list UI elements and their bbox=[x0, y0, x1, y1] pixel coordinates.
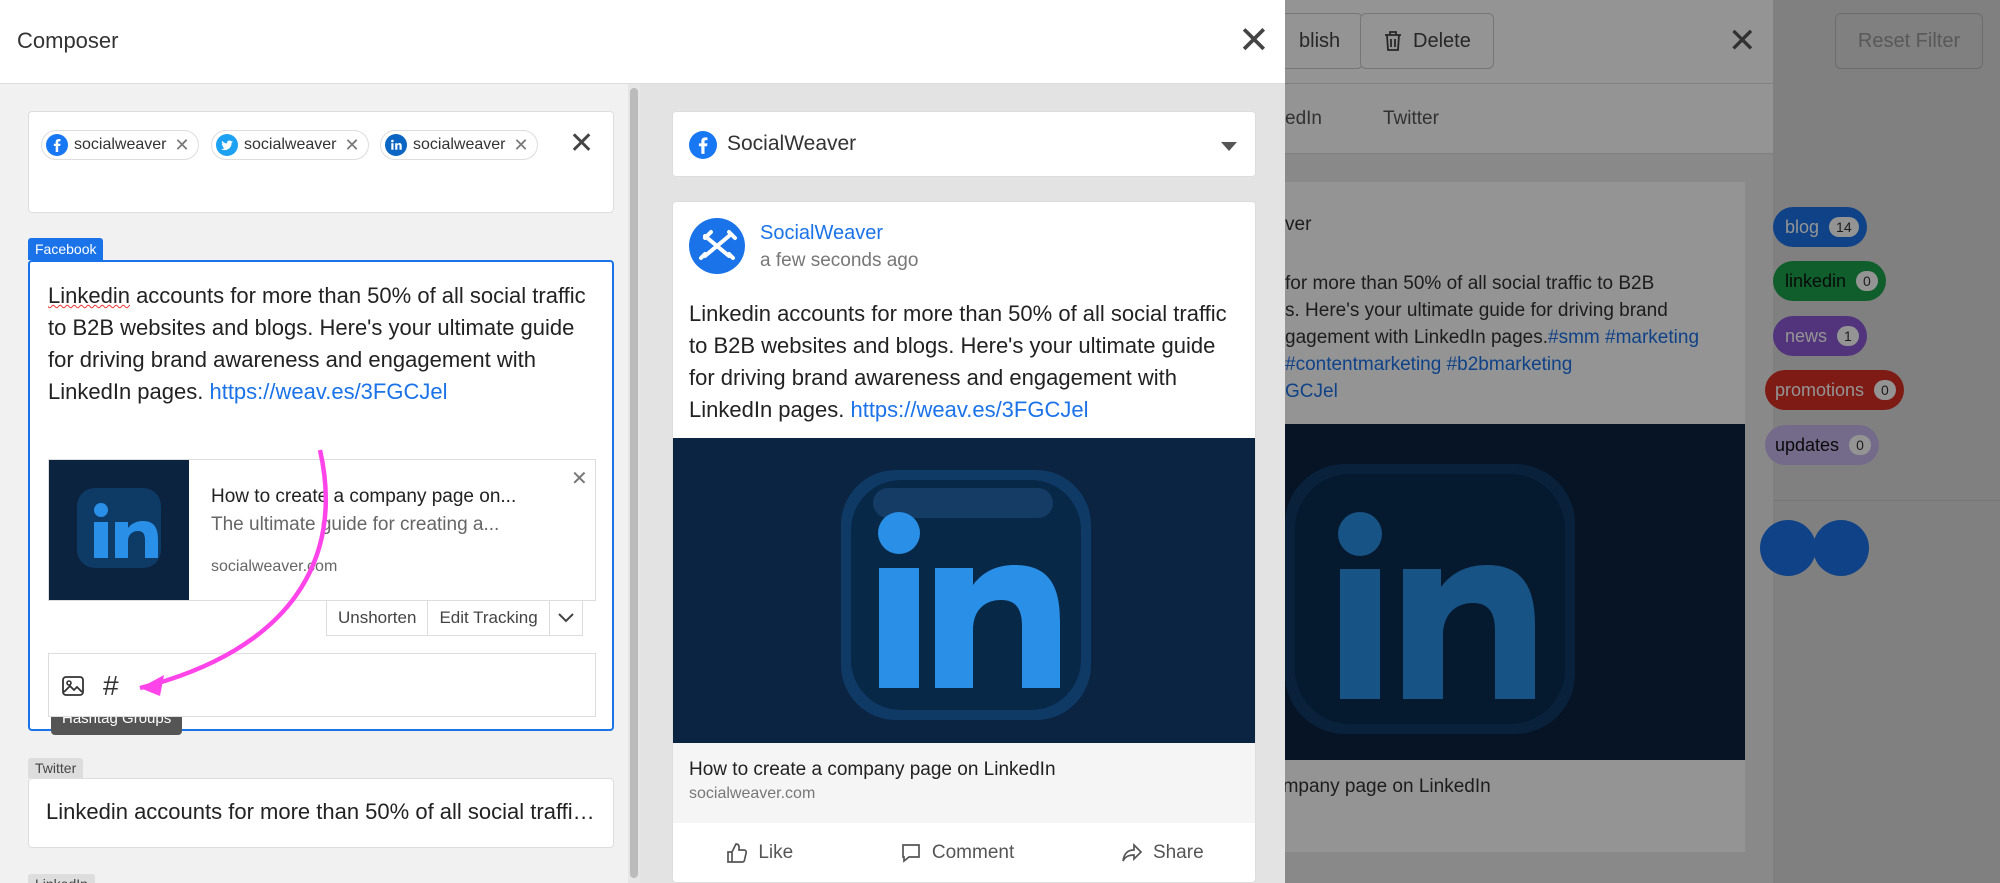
twitter-editor[interactable]: Linkedin accounts for more than 50% of a… bbox=[28, 778, 614, 848]
post-timestamp: a few seconds ago bbox=[760, 250, 919, 271]
preview-caption-title: How to create a company page on LinkedIn bbox=[689, 759, 1056, 780]
page-avatar bbox=[689, 218, 745, 274]
like-label: Like bbox=[758, 842, 794, 863]
like-button[interactable]: Like bbox=[726, 842, 793, 864]
preview-page-selector[interactable]: SocialWeaver bbox=[672, 111, 1256, 177]
clear-accounts-icon[interactable]: ✕ bbox=[569, 129, 594, 159]
composer-modal: Composer ✕ socialweaver ✕ socialweaver ✕… bbox=[0, 0, 1285, 883]
post-textarea[interactable]: Linkedin accounts for more than 50% of a… bbox=[48, 280, 598, 408]
remove-account-icon[interactable]: ✕ bbox=[344, 135, 359, 156]
account-chip-facebook[interactable]: socialweaver ✕ bbox=[41, 130, 199, 160]
comment-icon bbox=[902, 844, 920, 863]
edit-tracking-button[interactable]: Edit Tracking bbox=[428, 600, 550, 636]
preview-image: in bbox=[673, 438, 1255, 743]
account-chip-label: socialweaver bbox=[244, 136, 337, 153]
twitter-icon bbox=[216, 134, 238, 156]
preview-pane: SocialWeaver SocialWeaver a few seconds … bbox=[640, 84, 1285, 883]
facebook-editor-label: Facebook bbox=[28, 238, 104, 260]
misspelled-word: Linkedin bbox=[48, 283, 130, 308]
thumbs-up-icon bbox=[727, 843, 748, 863]
preview-link[interactable]: https://weav.es/3FGCJel bbox=[850, 397, 1088, 422]
account-chip-twitter[interactable]: socialweaver ✕ bbox=[211, 130, 369, 160]
caret-down-icon bbox=[1221, 142, 1237, 151]
linkedin-editor-label: LinkedIn bbox=[28, 874, 95, 883]
linkedin-icon bbox=[385, 134, 407, 156]
account-chip-label: socialweaver bbox=[74, 136, 167, 153]
preview-caption-domain: socialweaver.com bbox=[689, 785, 816, 802]
composer-close-icon[interactable]: ✕ bbox=[1238, 22, 1270, 60]
remove-link-preview-icon[interactable]: ✕ bbox=[571, 466, 588, 491]
editor-scrollbar-thumb[interactable] bbox=[630, 88, 638, 878]
comment-label: Comment bbox=[931, 842, 1015, 863]
share-icon bbox=[1122, 842, 1143, 862]
twitter-post-text: Linkedin accounts for more than 50% of a… bbox=[46, 799, 601, 824]
image-icon bbox=[62, 676, 84, 696]
facebook-editor[interactable]: Linkedin accounts for more than 50% of a… bbox=[28, 260, 614, 735]
account-chip-linkedin[interactable]: socialweaver ✕ bbox=[380, 130, 538, 160]
page-name-link[interactable]: SocialWeaver bbox=[760, 222, 883, 245]
annotation-arrow bbox=[139, 449, 329, 696]
share-button[interactable]: Share bbox=[1121, 842, 1204, 864]
composer-header: Composer ✕ bbox=[0, 0, 1285, 84]
account-selector[interactable]: socialweaver ✕ socialweaver ✕ socialweav… bbox=[28, 111, 614, 213]
preview-actions: Like Comment Share bbox=[673, 823, 1255, 882]
post-link[interactable]: https://weav.es/3FGCJel bbox=[209, 379, 447, 404]
composer-title: Composer bbox=[17, 28, 119, 53]
account-chip-label: socialweaver bbox=[413, 136, 506, 153]
composer-editor-pane: socialweaver ✕ socialweaver ✕ socialweav… bbox=[0, 84, 628, 883]
chevron-down-icon bbox=[557, 613, 574, 623]
facebook-icon bbox=[46, 134, 68, 156]
share-label: Share bbox=[1152, 842, 1204, 863]
facebook-icon bbox=[689, 131, 717, 159]
remove-account-icon[interactable]: ✕ bbox=[174, 135, 189, 156]
preview-page-name: SocialWeaver bbox=[727, 132, 857, 155]
tracking-dropdown-button[interactable] bbox=[549, 600, 583, 636]
hashtag-icon: # bbox=[103, 670, 119, 701]
preview-link-caption[interactable]: How to create a company page on LinkedIn… bbox=[673, 743, 1255, 823]
preview-post-text: Linkedin accounts for more than 50% of a… bbox=[689, 298, 1245, 426]
comment-button[interactable]: Comment bbox=[900, 842, 1014, 864]
remove-account-icon[interactable]: ✕ bbox=[513, 135, 528, 156]
add-image-button[interactable] bbox=[61, 668, 85, 704]
hashtag-groups-button[interactable]: # bbox=[103, 668, 119, 704]
twitter-editor-label: Twitter bbox=[28, 758, 84, 778]
facebook-post-preview: SocialWeaver a few seconds ago Linkedin … bbox=[672, 201, 1256, 883]
